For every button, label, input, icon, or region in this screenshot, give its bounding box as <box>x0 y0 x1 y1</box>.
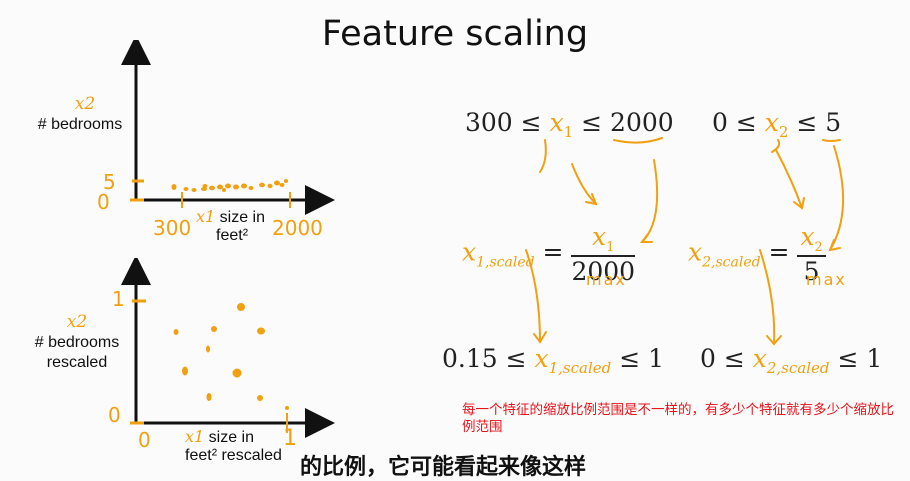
underline-2000 <box>613 137 663 144</box>
arrow-5-to-den <box>829 145 845 251</box>
plot2-x-label-2: feet² rescaled <box>185 447 282 464</box>
plot1-x-label-2: feet² <box>216 227 249 244</box>
plot2-x-label: x1 size in <box>185 427 255 446</box>
plot2-y-tick-1: 1 <box>112 287 125 311</box>
underline-5 <box>822 139 841 142</box>
plot1-y-tick-0: 0 <box>97 190 110 214</box>
plot1-x-tick-300: 300 <box>153 216 192 240</box>
plot2-x-tick-0: 0 <box>138 428 151 452</box>
plot2-y-label-2: rescaled <box>46 354 108 371</box>
arrow-scaled2-down <box>759 249 776 345</box>
plot1-points <box>171 179 288 192</box>
plot2-points <box>173 303 289 410</box>
plot2-y-label-1: # bedrooms <box>34 334 120 351</box>
arrow-x2-to-num <box>775 149 803 209</box>
arrow-scaled1-down <box>525 249 541 343</box>
plot2-y-var: x2 <box>66 312 88 332</box>
plot1-x-label: x1 size in <box>196 207 266 226</box>
arrow-x1-to-num <box>571 163 597 205</box>
plot1-y-label: # bedrooms <box>37 116 123 133</box>
arrow-2000-to-den <box>641 159 659 243</box>
annotation-arrows <box>525 137 845 346</box>
plot2-y-tick-0: 0 <box>108 403 121 427</box>
plot1-y-var: x2 <box>74 94 96 114</box>
video-subtitle: 的比例，它可能看起来像这样 <box>300 454 587 479</box>
underline-x1 <box>539 139 547 173</box>
note-text: 每一个特征的缩放比例范围是不一样的，有多少个特征就有多少个缩放比例范围 <box>462 402 894 434</box>
